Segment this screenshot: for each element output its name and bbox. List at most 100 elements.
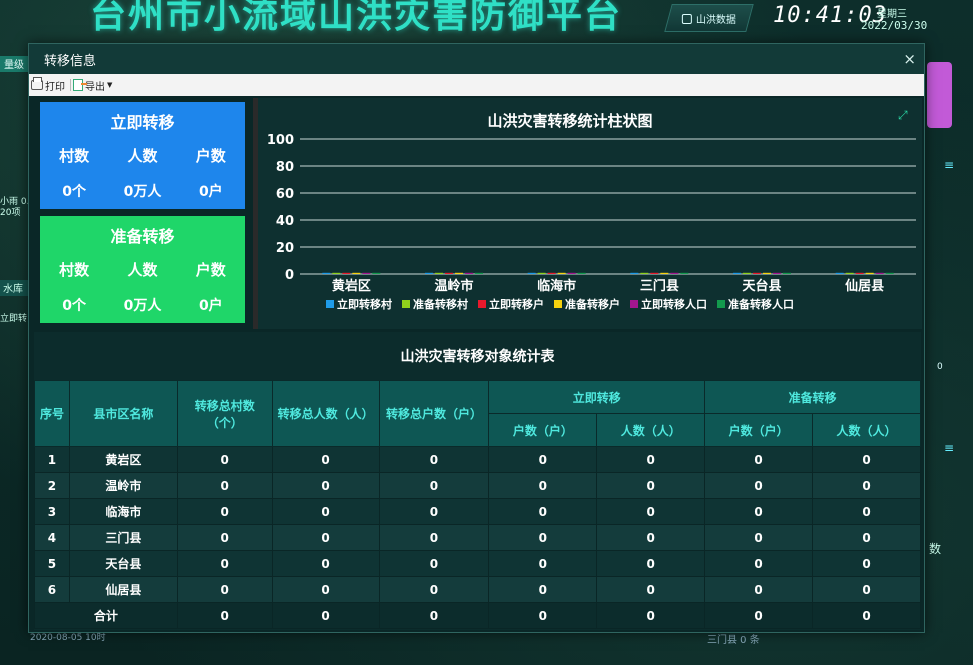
bar bbox=[445, 272, 453, 274]
clock-date: 2022/03/30 bbox=[861, 19, 928, 32]
cell-value: 0 bbox=[488, 550, 598, 577]
col-immediate-households: 户数（户） bbox=[488, 413, 598, 447]
right-value: 0 bbox=[937, 362, 943, 372]
y-tick-label: 100 bbox=[267, 133, 294, 148]
menu-icon[interactable]: ≡ bbox=[944, 441, 954, 455]
cell-value: 0 bbox=[176, 576, 273, 603]
cell-value: 0 bbox=[271, 524, 380, 551]
legend-label[interactable]: 立即转移人口 bbox=[641, 297, 707, 311]
cell-county: 临海市 bbox=[68, 498, 178, 525]
cell-total-value: 0 bbox=[704, 602, 814, 629]
close-icon[interactable]: × bbox=[903, 50, 916, 68]
legend-label[interactable]: 立即转移村 bbox=[337, 297, 392, 311]
legend-swatch[interactable] bbox=[478, 300, 486, 308]
immediate-transfer-values: 0个 0万人 0户 bbox=[40, 181, 245, 201]
immediate-transfer-headers: 村数 人数 户数 bbox=[40, 145, 245, 166]
bar bbox=[342, 272, 351, 274]
stat-value: 0户 bbox=[198, 184, 223, 200]
export-label: 导出 bbox=[85, 81, 105, 93]
cell-value: 0 bbox=[596, 550, 706, 577]
bar bbox=[753, 272, 761, 274]
stat-header: 户数 bbox=[195, 261, 226, 279]
immediate-transfer-card: 立即转移 村数 人数 户数 0个 0万人 0户 bbox=[40, 102, 245, 209]
bar bbox=[630, 272, 639, 274]
cell-value: 0 bbox=[378, 576, 490, 603]
legend-swatch[interactable] bbox=[326, 300, 334, 308]
expand-icon[interactable]: ⤢ bbox=[898, 108, 912, 122]
cell-value: 0 bbox=[176, 472, 273, 499]
cell-value: 0 bbox=[271, 446, 380, 473]
legend-label[interactable]: 立即转移户 bbox=[489, 297, 544, 311]
col-index: 序号 bbox=[34, 380, 70, 447]
legend-label[interactable]: 准备转移村 bbox=[413, 297, 468, 311]
immediate-transfer-title: 立即转移 bbox=[110, 113, 175, 132]
cell-value: 0 bbox=[704, 524, 814, 551]
bar bbox=[845, 272, 854, 274]
table-row: 5 天台县 0 0 0 0 0 0 0 bbox=[34, 550, 921, 577]
left-tab-reservoir[interactable]: 水库 bbox=[0, 280, 30, 296]
prepare-transfer-title: 准备转移 bbox=[110, 227, 175, 246]
cell-value: 0 bbox=[176, 498, 273, 525]
right-side-button[interactable] bbox=[927, 62, 952, 128]
print-button[interactable]: 打印 bbox=[29, 77, 70, 93]
bar bbox=[537, 272, 546, 274]
cell-value: 0 bbox=[812, 524, 921, 551]
x-tick-label: 天台县 bbox=[742, 278, 781, 294]
menu-icon[interactable]: ≡ bbox=[944, 158, 954, 172]
stat-value: 0户 bbox=[198, 298, 223, 314]
cell-value: 0 bbox=[176, 550, 273, 577]
cell-total-value: 0 bbox=[176, 602, 273, 629]
cell-index: 1 bbox=[34, 446, 70, 473]
legend-swatch[interactable] bbox=[630, 300, 638, 308]
cell-value: 0 bbox=[488, 446, 598, 473]
y-tick-label: 20 bbox=[276, 241, 294, 256]
cell-value: 0 bbox=[596, 446, 706, 473]
bar bbox=[650, 272, 659, 274]
modal-title: 转移信息 bbox=[44, 53, 97, 69]
bar bbox=[352, 272, 361, 274]
bar bbox=[372, 272, 381, 274]
cell-value: 0 bbox=[812, 472, 921, 499]
bar bbox=[557, 272, 566, 274]
legend-label[interactable]: 准备转移人口 bbox=[728, 297, 794, 311]
transfer-info-modal: 转移信息 × 打印 导出 ▼ 立即转移 村数 人数 户数 0个 0万人 0户 准… bbox=[28, 43, 925, 633]
data-tab[interactable]: 山洪数据 bbox=[664, 4, 754, 32]
y-tick-label: 60 bbox=[276, 187, 294, 202]
left-text-transfer: 立即转 bbox=[0, 314, 28, 324]
cell-index: 3 bbox=[34, 498, 70, 525]
legend-swatch[interactable] bbox=[554, 300, 562, 308]
platform-title: 台州市小流域山洪灾害防御平台 bbox=[90, 0, 623, 36]
cell-value: 0 bbox=[271, 498, 380, 525]
legend-label[interactable]: 准备转移户 bbox=[565, 297, 620, 311]
prepare-transfer-card: 准备转移 村数 人数 户数 0个 0万人 0户 bbox=[40, 216, 245, 323]
stat-header: 村数 bbox=[59, 147, 90, 165]
legend-swatch[interactable] bbox=[717, 300, 725, 308]
left-info-line2: 20项 bbox=[0, 208, 21, 218]
cell-value: 0 bbox=[378, 524, 490, 551]
data-tab-icon bbox=[682, 13, 692, 23]
bar bbox=[743, 272, 751, 274]
bottom-county: 三门县 0 条 bbox=[707, 635, 760, 646]
cell-county: 温岭市 bbox=[68, 472, 178, 499]
legend-swatch[interactable] bbox=[402, 300, 410, 308]
bar bbox=[875, 272, 884, 274]
cell-value: 0 bbox=[378, 550, 490, 577]
cell-total-value: 0 bbox=[488, 602, 598, 629]
cell-value: 0 bbox=[176, 446, 273, 473]
table-title: 山洪灾害转移对象统计表 bbox=[400, 349, 555, 365]
prepare-transfer-headers: 村数 人数 户数 bbox=[40, 259, 245, 280]
cell-index: 5 bbox=[34, 550, 70, 577]
bar bbox=[660, 272, 669, 274]
cell-index: 6 bbox=[34, 576, 70, 603]
caret-down-icon: ▼ bbox=[107, 81, 113, 89]
col-county: 县市区名称 bbox=[68, 380, 178, 447]
bar bbox=[680, 272, 689, 274]
col-group-immediate: 立即转移 bbox=[488, 380, 706, 414]
cell-value: 0 bbox=[271, 576, 380, 603]
stat-value: 0个 bbox=[62, 184, 87, 200]
stat-header: 户数 bbox=[195, 147, 226, 165]
cell-value: 0 bbox=[812, 498, 921, 525]
export-button[interactable]: 导出 ▼ bbox=[71, 78, 117, 93]
bar bbox=[425, 272, 433, 274]
left-info-line1: 小雨 0. bbox=[0, 197, 30, 207]
